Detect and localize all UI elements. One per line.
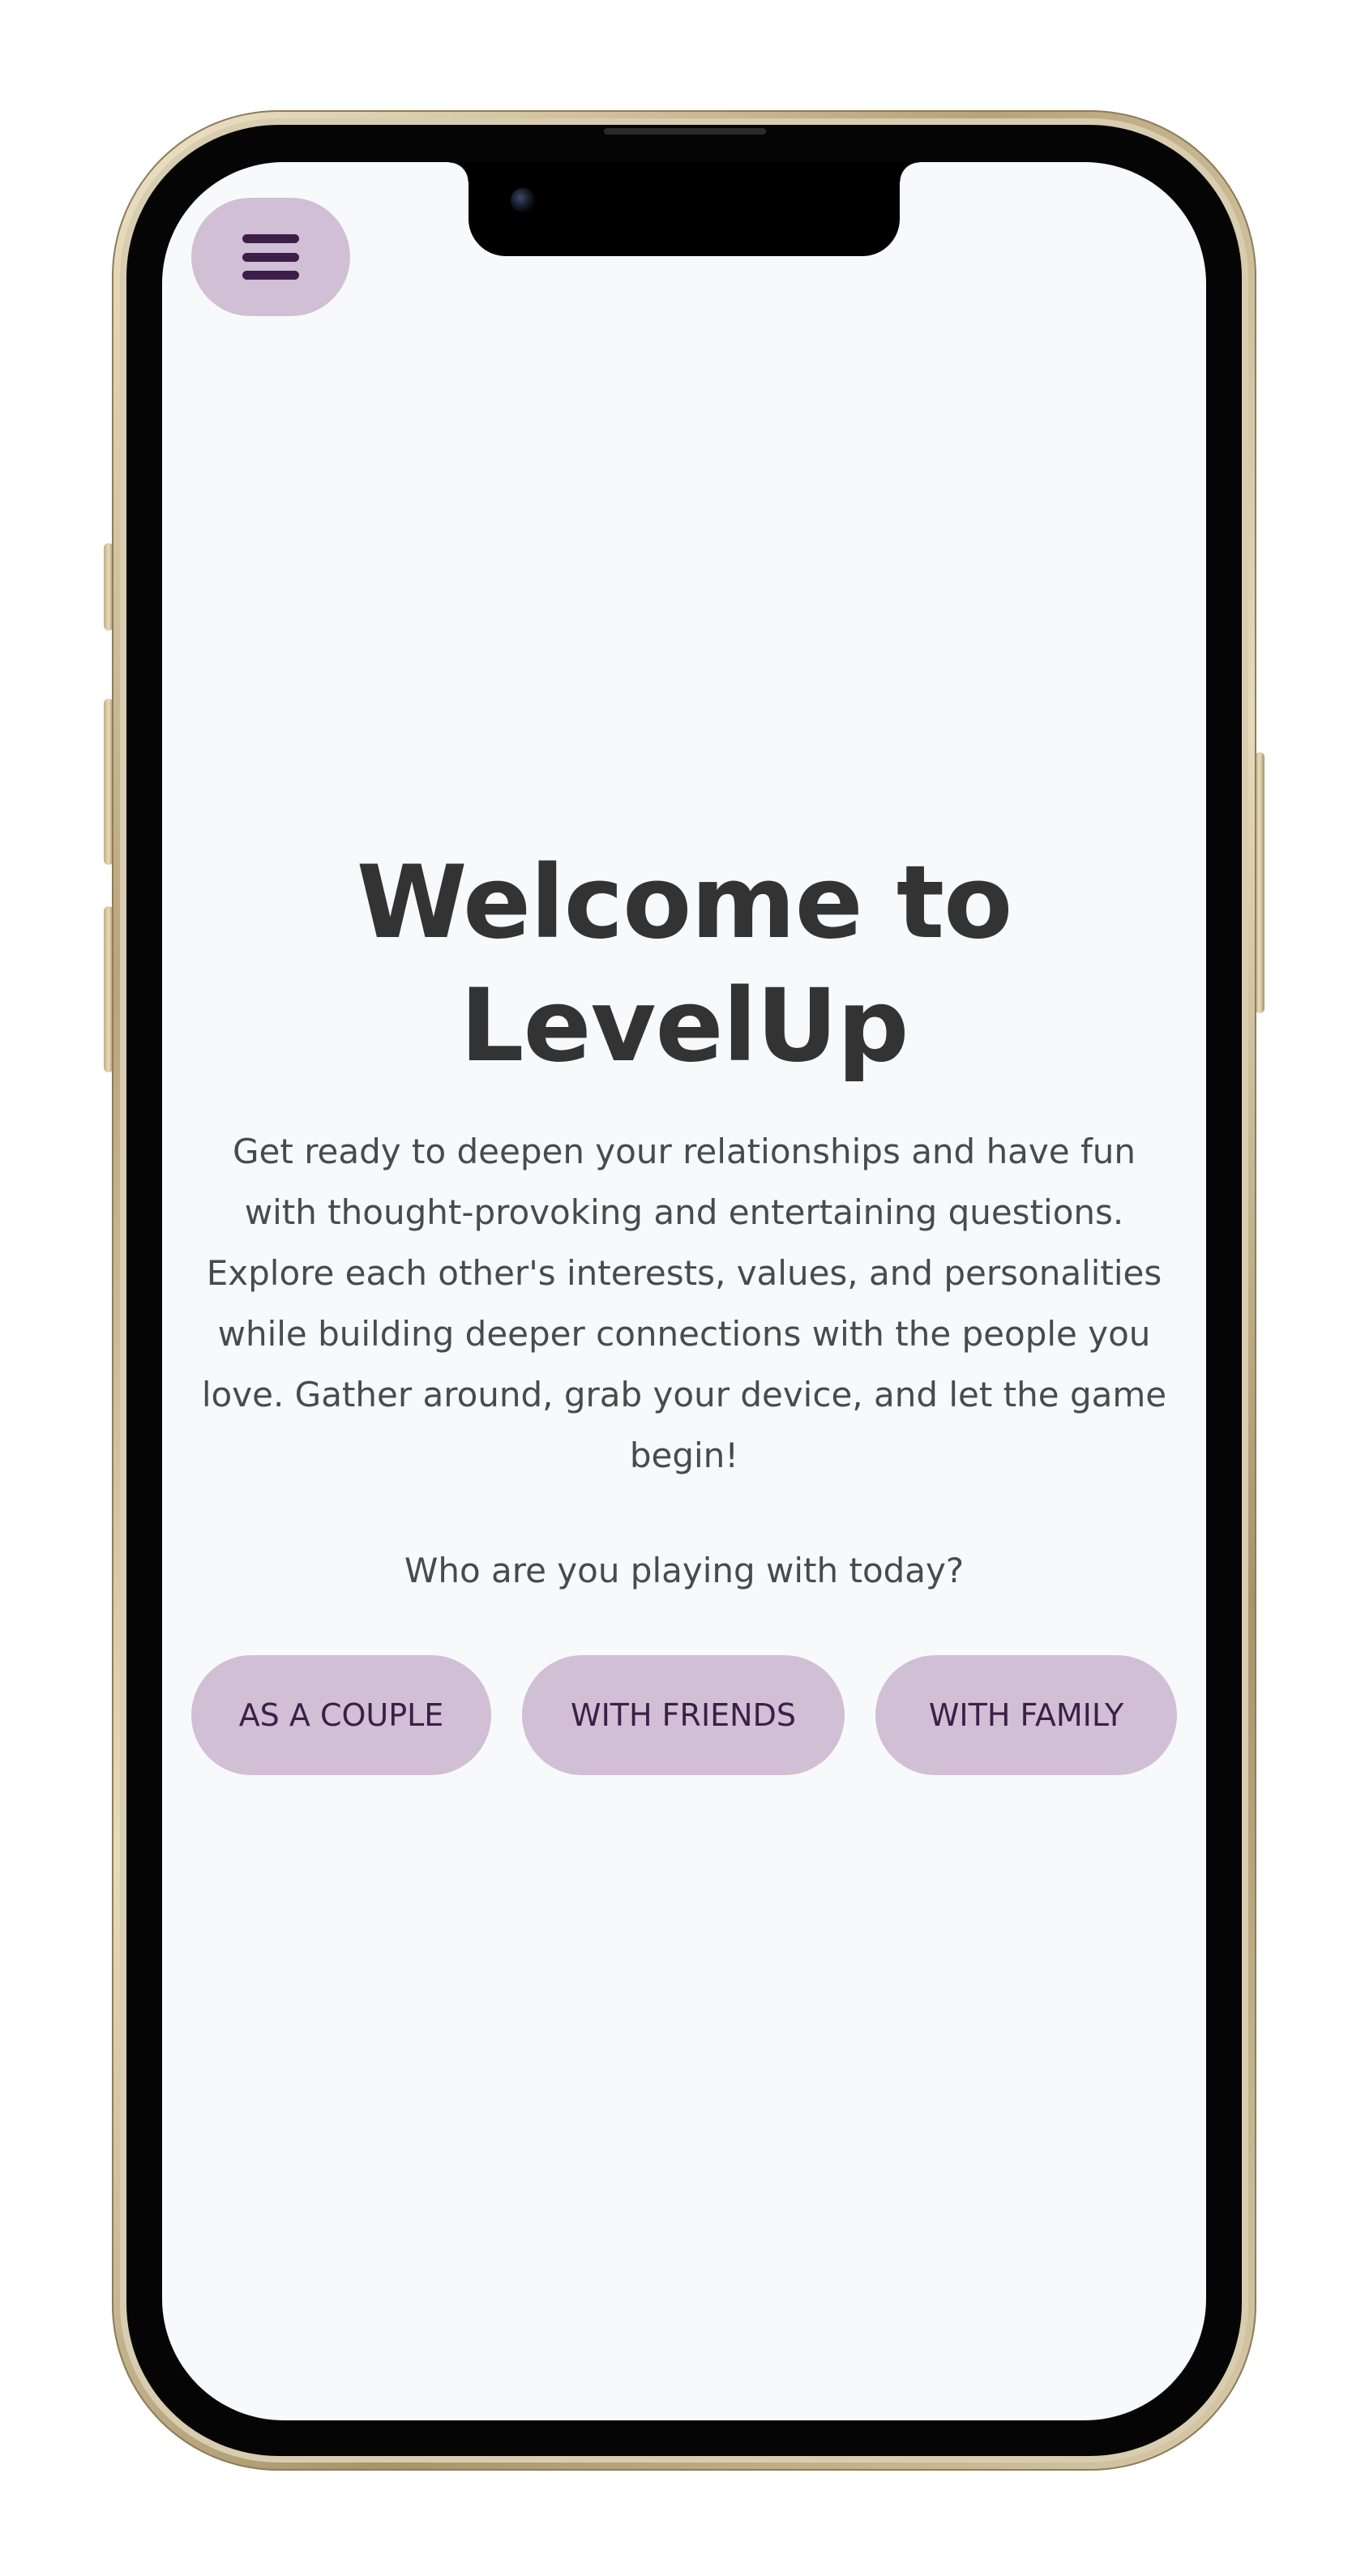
app-screen: Welcome to LevelUp Get ready to deepen yo… — [162, 162, 1206, 2420]
welcome-page: Welcome to LevelUp Get ready to deepen yo… — [162, 162, 1206, 2420]
title-line-2: LevelUp — [460, 968, 909, 1085]
title-line-1: Welcome to — [356, 845, 1013, 961]
menu-button[interactable] — [191, 198, 350, 316]
page-title: Welcome to LevelUp — [195, 841, 1174, 1088]
earpiece-speaker — [604, 128, 766, 135]
device-mockup: Welcome to LevelUp Get ready to deepen yo… — [0, 0, 1365, 2576]
as-a-couple-button[interactable]: AS A COUPLE — [191, 1655, 491, 1775]
hamburger-menu-icon — [242, 234, 299, 280]
with-family-button[interactable]: WITH FAMILY — [875, 1655, 1177, 1775]
with-friends-button[interactable]: WITH FRIENDS — [522, 1655, 845, 1775]
intro-text: Get ready to deepen your relationships a… — [201, 1132, 1167, 1475]
player-prompt: Who are you playing with today? — [404, 1551, 965, 1590]
